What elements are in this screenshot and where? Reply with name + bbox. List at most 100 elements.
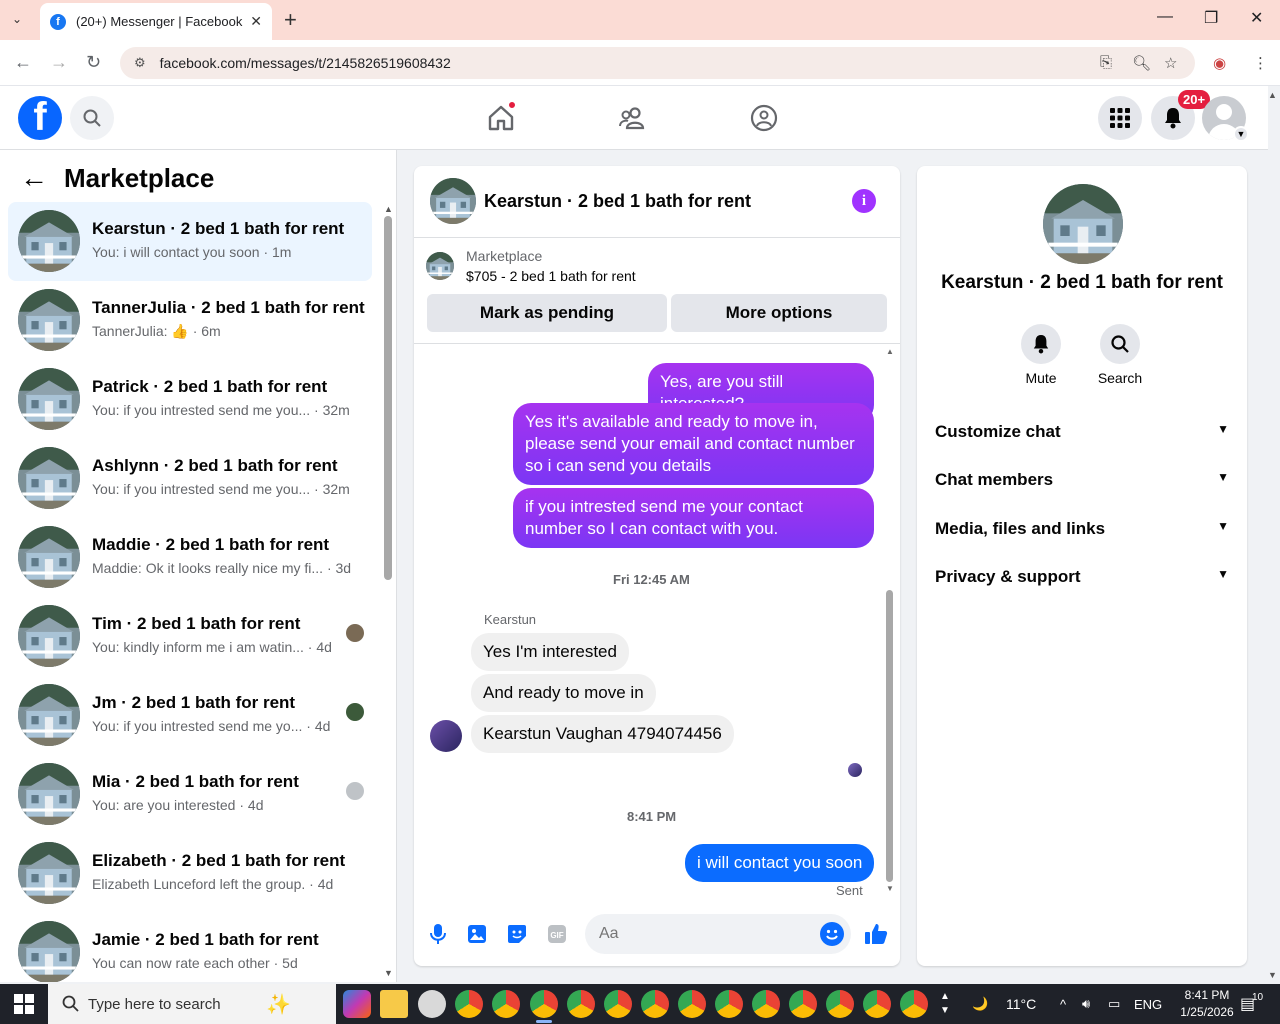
listing-avatar[interactable] bbox=[1043, 184, 1123, 264]
listing-price[interactable]: $705 - 2 bed 1 bath for rent bbox=[466, 268, 636, 284]
volume-icon[interactable]: 🔊︎ bbox=[1082, 984, 1090, 1024]
conversation-item[interactable]: TannerJulia · 2 bed 1 bath for rent Tanne… bbox=[8, 281, 372, 360]
thumbs-up-icon[interactable] bbox=[864, 922, 888, 946]
message-incoming[interactable]: And ready to move in bbox=[471, 674, 656, 712]
scroll-up-arrow-icon[interactable]: ▲ bbox=[384, 204, 393, 214]
forward-button[interactable]: → bbox=[50, 52, 68, 73]
page-scroll-up-icon[interactable]: ▲ bbox=[1268, 90, 1277, 100]
sidebar-scrollbar[interactable] bbox=[384, 216, 392, 580]
chrome-icon[interactable] bbox=[567, 990, 595, 1018]
emoji-icon[interactable] bbox=[820, 922, 844, 946]
weather-icon[interactable]: 🌙 bbox=[972, 984, 988, 1024]
privacy-support-section[interactable]: Privacy & support ▼ bbox=[935, 567, 1229, 587]
notification-center-icon[interactable]: ▤ bbox=[1240, 984, 1255, 1024]
home-icon[interactable] bbox=[481, 100, 521, 136]
chat-title[interactable]: Kearstun · 2 bed 1 bath for rent bbox=[484, 191, 751, 212]
clock[interactable]: 8:41 PM 1/25/2026 bbox=[1172, 984, 1242, 1024]
zoom-icon[interactable]: 🔍︎ bbox=[1132, 54, 1151, 72]
friends-icon[interactable] bbox=[612, 100, 652, 136]
chrome-icon[interactable] bbox=[604, 990, 632, 1018]
conversation-item[interactable]: Tim · 2 bed 1 bath for rent You: kindly i… bbox=[8, 597, 372, 676]
chrome-icon[interactable] bbox=[455, 990, 483, 1018]
photo-icon[interactable] bbox=[465, 922, 489, 946]
tab-search-chevron-icon[interactable]: ⌄ bbox=[12, 12, 22, 26]
conversation-item[interactable]: Mia · 2 bed 1 bath for rent You: are you … bbox=[8, 755, 372, 834]
chat-scroll-up-icon[interactable]: ▲ bbox=[886, 347, 894, 356]
weather-temp[interactable]: 11°C bbox=[1006, 984, 1036, 1024]
back-arrow-icon[interactable]: ← bbox=[20, 162, 48, 194]
restore-button[interactable]: ❐ bbox=[1204, 8, 1218, 28]
chrome-icon[interactable] bbox=[715, 990, 743, 1018]
chrome-icon[interactable] bbox=[530, 990, 558, 1023]
language-indicator[interactable]: ENG bbox=[1134, 984, 1162, 1024]
site-info-icon[interactable]: ⚙ bbox=[134, 55, 146, 71]
menu-grid-icon[interactable] bbox=[1098, 96, 1142, 140]
search-icon[interactable] bbox=[70, 96, 114, 140]
message-outgoing[interactable]: Yes it's available and ready to move in,… bbox=[513, 403, 874, 485]
minimize-button[interactable]: — bbox=[1157, 8, 1173, 26]
message-outgoing[interactable]: if you intrested send me your contact nu… bbox=[513, 488, 874, 548]
conversation-item[interactable]: Patrick · 2 bed 1 bath for rent You: if y… bbox=[8, 360, 372, 439]
mark-as-pending-button[interactable]: Mark as pending bbox=[427, 294, 667, 332]
message-input[interactable] bbox=[585, 914, 851, 954]
browser-tab-messenger[interactable]: f (20+) Messenger | Facebook ✕ bbox=[40, 3, 272, 40]
conversation-item[interactable]: Jamie · 2 bed 1 bath for rent You can now… bbox=[8, 913, 372, 982]
message-incoming[interactable]: Kearstun Vaughan 4794074456 bbox=[471, 715, 734, 753]
listing-thumbnail[interactable] bbox=[430, 178, 476, 224]
listing-small-thumbnail[interactable] bbox=[426, 252, 454, 280]
chat-scroll-down-icon[interactable]: ▼ bbox=[886, 884, 894, 893]
chrome-icon[interactable] bbox=[678, 990, 706, 1018]
conversation-item[interactable]: Elizabeth · 2 bed 1 bath for rent Elizabe… bbox=[8, 834, 372, 913]
bookmark-star-icon[interactable]: ☆ bbox=[1164, 54, 1177, 72]
seen-avatar-icon bbox=[346, 703, 364, 721]
install-app-icon[interactable]: ⎘ bbox=[1100, 54, 1112, 71]
window-close-button[interactable]: ✕ bbox=[1250, 8, 1263, 28]
windows-start-icon[interactable] bbox=[14, 994, 34, 1014]
copilot-icon[interactable] bbox=[343, 990, 371, 1018]
info-icon[interactable]: i bbox=[852, 189, 876, 213]
tray-chevron-icon[interactable]: ^ bbox=[1060, 984, 1066, 1024]
facebook-favicon-icon: f bbox=[50, 13, 66, 30]
chrome-icon[interactable] bbox=[641, 990, 669, 1018]
reload-button[interactable]: ↻ bbox=[86, 52, 101, 73]
chrome-icon[interactable] bbox=[863, 990, 891, 1018]
new-tab-button[interactable]: + bbox=[284, 7, 297, 33]
chat-members-section[interactable]: Chat members ▼ bbox=[935, 470, 1229, 490]
search-in-chat-button[interactable] bbox=[1100, 324, 1140, 364]
chrome-icon[interactable] bbox=[789, 990, 817, 1018]
network-icon[interactable]: ▭ bbox=[1108, 984, 1120, 1024]
media-files-links-section[interactable]: Media, files and links ▼ bbox=[935, 519, 1229, 539]
more-options-button[interactable]: More options bbox=[671, 294, 887, 332]
app-icon[interactable] bbox=[418, 990, 446, 1018]
file-explorer-icon[interactable] bbox=[380, 990, 408, 1018]
sender-avatar[interactable] bbox=[430, 720, 462, 752]
chat-scrollbar[interactable] bbox=[886, 590, 893, 882]
scroll-down-arrow-icon[interactable]: ▼ bbox=[384, 968, 393, 978]
chrome-icon[interactable] bbox=[900, 990, 928, 1018]
message-outgoing[interactable]: i will contact you soon bbox=[685, 844, 875, 882]
conversation-item[interactable]: Ashlynn · 2 bed 1 bath for rent You: if y… bbox=[8, 439, 372, 518]
facebook-logo-icon[interactable]: f bbox=[18, 96, 62, 140]
conversation-item[interactable]: Maddie · 2 bed 1 bath for rent Maddie: Ok… bbox=[8, 518, 372, 597]
sticker-icon[interactable] bbox=[505, 922, 529, 946]
gif-icon[interactable]: GIF bbox=[545, 922, 569, 946]
taskbar-scroll-icon[interactable]: ▲ ▼ bbox=[940, 984, 950, 1024]
address-bar[interactable]: ⚙ facebook.com/messages/t/21458265196084… bbox=[120, 47, 1195, 79]
chrome-icon[interactable] bbox=[752, 990, 780, 1018]
account-chevron-down-icon[interactable]: ▼ bbox=[1233, 126, 1249, 142]
mute-button[interactable] bbox=[1021, 324, 1061, 364]
conversation-item[interactable]: Kearstun · 2 bed 1 bath for rent You: i w… bbox=[8, 202, 372, 281]
groups-icon[interactable] bbox=[744, 100, 784, 136]
back-button[interactable]: ← bbox=[14, 52, 32, 73]
conversation-item[interactable]: Jm · 2 bed 1 bath for rent You: if you in… bbox=[8, 676, 372, 755]
taskbar-search-box[interactable]: Type here to search ✨ bbox=[48, 984, 336, 1024]
tab-close-icon[interactable]: ✕ bbox=[250, 13, 262, 30]
page-scroll-down-icon[interactable]: ▼ bbox=[1268, 970, 1277, 980]
customize-chat-section[interactable]: Customize chat ▼ bbox=[935, 422, 1229, 442]
chrome-icon[interactable] bbox=[826, 990, 854, 1018]
microphone-icon[interactable] bbox=[426, 922, 450, 946]
profile-icon[interactable]: ◉ bbox=[1213, 54, 1226, 72]
message-incoming[interactable]: Yes I'm interested bbox=[471, 633, 629, 671]
browser-menu-icon[interactable]: ⋮ bbox=[1253, 54, 1268, 72]
chrome-icon[interactable] bbox=[492, 990, 520, 1018]
